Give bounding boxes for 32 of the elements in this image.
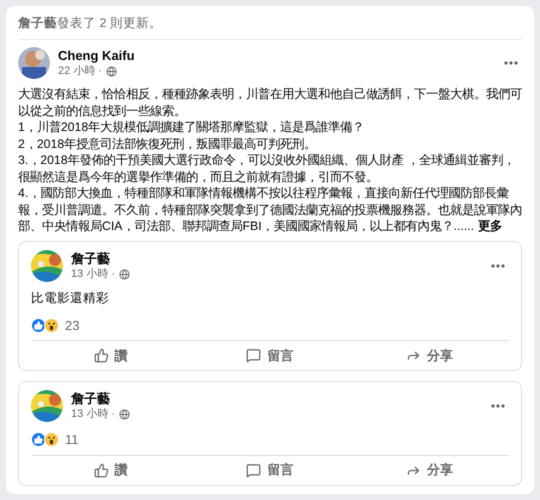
comment-button[interactable]: 留言 [190,460,350,480]
author-name[interactable]: 詹子藝 [71,390,479,407]
reaction-count[interactable]: 23 [65,316,80,335]
post-time[interactable]: 13 小時 · [71,407,116,422]
like-reaction-icon [31,318,46,333]
thumbs-up-icon [94,462,109,478]
post-time[interactable]: 13 小時 · [71,266,116,282]
post-time[interactable]: 22 小時 · [58,64,102,79]
post-text: 大選沒有結束，恰恰相反，種種跡象表明，川普在用大選和他自己做誘餌，下一盤大棋。我們可以從之前的信息找到一些線索。 1，川普2018年大規模低調擴建了關塔那摩監獄，這是爲誰準備？ 2，2018年授意司法部恢復死刑，叛國罪最高可判死刑。 3.，2018年發佈的干預美國大選行政命令，可以沒收外國組織、個人財產 ，全球通緝並審判，很顯然這是爲今年的選擧作準備的，而且之前就有證據，引而不發。 4.，國防部大換血，特種部隊和軍隊情報機構不按以往程序彙報，直接向新任代理國防部長彙報，受川普調遣。不久前，特種部隊突襲拿到了德國法蘭克福的投票機服務器。也就是說軍隊內部、中央情報局CIA，司法部、聯邦調查局FBI，美國國家情報局，以上都有內鬼？...... 更多 [18,86,522,234]
share-button[interactable]: 分享 [350,460,509,480]
globe-icon [119,409,130,420]
like-button[interactable]: 讚 [31,460,190,480]
speech-bubble-icon [246,462,262,478]
post-text: 比電影還精彩 [31,290,110,306]
thumbs-up-icon [94,348,109,363]
more-icon [491,264,505,268]
wow-reaction-icon [44,318,59,333]
more-icon [504,61,518,65]
reaction-count[interactable]: 11 [65,430,78,450]
like-button[interactable]: 讚 [31,346,190,366]
wow-reaction-icon [44,432,59,448]
comment-button[interactable]: 留言 [190,346,350,366]
speech-bubble-icon [246,348,262,363]
update-summary: 詹子藝發表了 2 則更新。 [18,14,522,40]
author-name[interactable]: 詹子藝 [71,250,479,266]
see-more-link[interactable]: 更多 [478,219,502,233]
author-name[interactable]: Cheng Kaifu [58,47,492,64]
globe-icon [106,66,118,77]
like-reaction-icon [31,432,46,448]
globe-icon [119,268,130,280]
more-icon [491,404,505,408]
share-button[interactable]: 分享 [350,346,509,366]
